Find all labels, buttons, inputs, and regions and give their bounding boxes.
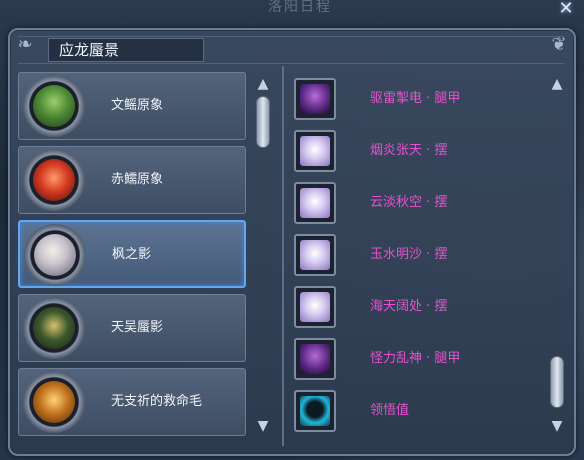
- drop-name: 玉水明沙 · 摆: [370, 247, 448, 262]
- boss-name: 文鳐原象: [111, 98, 164, 113]
- portrait-frame: [23, 75, 85, 137]
- scroll-up-arrow-icon[interactable]: ▲: [548, 76, 566, 92]
- white-robe-icon: [294, 234, 336, 276]
- drop-item[interactable]: 海天阔处 · 摆: [290, 282, 540, 332]
- portrait-frame: [23, 149, 85, 211]
- scroll-thumb[interactable]: [550, 356, 564, 408]
- portrait-frame: [23, 371, 85, 433]
- portrait-frame: [23, 297, 85, 359]
- scroll-up-arrow-icon[interactable]: ▲: [254, 76, 272, 92]
- scroll-down-arrow-icon[interactable]: ▼: [254, 418, 272, 434]
- boss-name: 天吴蜃影: [111, 320, 164, 335]
- top-title: 洛阳日程: [268, 0, 332, 15]
- boss-item[interactable]: 天吴蜃影: [18, 294, 246, 362]
- boss-name: 枫之影: [112, 247, 152, 262]
- drop-name: 领悟值: [370, 403, 410, 418]
- close-button[interactable]: ✕: [555, 0, 577, 20]
- drop-name: 驱雷掣电 · 腿甲: [370, 91, 461, 106]
- drop-item[interactable]: 驱雷掣电 · 腿甲: [290, 74, 540, 124]
- drop-name: 怪力乱神 · 腿甲: [370, 351, 461, 366]
- drop-item[interactable]: 玉水明沙 · 摆: [290, 230, 540, 280]
- boss-item[interactable]: 文鳐原象: [18, 72, 246, 140]
- drop-item[interactable]: 怪力乱神 · 腿甲: [290, 334, 540, 384]
- portrait-frame: [24, 224, 86, 286]
- drop-list: 驱雷掣电 · 腿甲 烟炎张天 · 摆 云淡秋空 · 摆 玉水明沙 · 摆 海天阔…: [290, 74, 540, 444]
- purple-armor-icon: [294, 338, 336, 380]
- scroll-thumb[interactable]: [256, 96, 270, 148]
- scroll-down-arrow-icon[interactable]: ▼: [548, 418, 566, 434]
- white-robe-icon: [294, 182, 336, 224]
- boss-name: 赤鱬原象: [111, 172, 164, 187]
- dark-beast-portrait: [33, 307, 75, 349]
- white-robe-icon: [294, 286, 336, 328]
- boss-list: 文鳐原象 赤鱬原象 枫之影 天吴蜃影 无支祈的救命毛: [18, 70, 248, 446]
- boss-name: 无支祈的救命毛: [111, 394, 203, 409]
- white-robe-icon: [294, 130, 336, 172]
- drop-list-scrollbar[interactable]: ▲ ▼: [546, 74, 568, 440]
- purple-armor-icon: [294, 78, 336, 120]
- cyan-silhouette-icon: [294, 390, 336, 432]
- boss-item-selected[interactable]: 枫之影: [18, 220, 246, 288]
- boss-list-scrollbar[interactable]: ▲ ▼: [252, 74, 274, 440]
- drop-name: 云淡秋空 · 摆: [370, 195, 448, 210]
- panel-divider: [282, 66, 284, 446]
- white-hair-swordsman-portrait: [34, 234, 76, 276]
- drop-item[interactable]: 烟炎张天 · 摆: [290, 126, 540, 176]
- green-ogre-portrait: [33, 85, 75, 127]
- drop-name: 烟炎张天 · 摆: [370, 143, 448, 158]
- drop-item[interactable]: 领悟值: [290, 386, 540, 436]
- drop-name: 海天阔处 · 摆: [370, 299, 448, 314]
- drop-item[interactable]: 云淡秋空 · 摆: [290, 178, 540, 228]
- dungeon-title: 应龙蜃景: [48, 38, 204, 62]
- red-demon-portrait: [33, 159, 75, 201]
- boss-item[interactable]: 无支祈的救命毛: [18, 368, 246, 436]
- golden-monkey-portrait: [33, 381, 75, 423]
- boss-item[interactable]: 赤鱬原象: [18, 146, 246, 214]
